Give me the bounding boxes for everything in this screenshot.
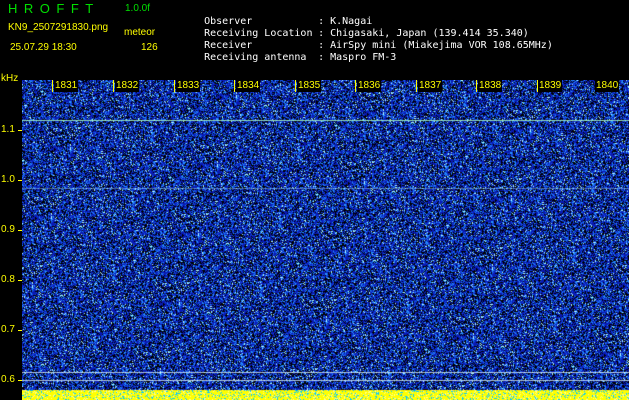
y-tick-label: 0.7	[1, 324, 15, 335]
x-tick-mark	[174, 80, 175, 92]
y-tick-mark	[18, 180, 22, 181]
y-tick-mark	[18, 230, 22, 231]
x-tick-label: 1836	[357, 80, 382, 92]
mode-label: meteor	[124, 27, 156, 38]
x-tick-label: 1832	[115, 80, 140, 92]
spectrogram-canvas[interactable]	[22, 80, 629, 400]
x-tick-label: 1833	[176, 80, 201, 92]
x-tick-label: 1840	[595, 80, 620, 92]
x-tick-label: 1839	[538, 80, 563, 92]
x-tick-mark	[295, 80, 296, 92]
y-axis-unit: kHz	[1, 73, 19, 84]
info-row-antenna: Receiving antenna: Maspro FM-3	[180, 40, 396, 63]
header-panel: HROFFT 1.0.0f KN9_2507291830.png meteor …	[0, 0, 629, 80]
y-tick-label: 1.0	[1, 174, 15, 185]
app-title: HROFFT	[8, 1, 100, 16]
y-tick-label: 1.1	[1, 124, 15, 135]
y-tick-mark	[18, 280, 22, 281]
x-tick-label: 1831	[54, 80, 79, 92]
app-version: 1.0.0f	[125, 3, 151, 14]
echo-count: 126	[141, 42, 158, 53]
y-tick-mark	[18, 330, 22, 331]
file-name: KN9_2507291830.png	[8, 22, 109, 33]
x-tick-mark	[234, 80, 235, 92]
y-tick-label: 0.9	[1, 224, 15, 235]
x-tick-label: 1838	[478, 80, 503, 92]
x-tick-mark	[416, 80, 417, 92]
info-row-receiver: Receiver: AirSpy mini (Miakejima VOR 108.…	[180, 28, 553, 51]
y-tick-mark	[18, 130, 22, 131]
y-tick-label: 0.6	[1, 374, 15, 385]
info-separator: :	[318, 52, 325, 63]
x-tick-mark	[113, 80, 114, 92]
x-tick-mark	[52, 80, 53, 92]
y-tick-mark	[18, 380, 22, 381]
x-tick-label: 1835	[297, 80, 322, 92]
y-tick-label: 0.8	[1, 274, 15, 285]
info-row-location: Receiving Location: Chigasaki, Japan (139…	[180, 16, 529, 39]
info-row-observer: Observer: K.Nagai	[180, 4, 372, 27]
x-tick-label: 1837	[418, 80, 443, 92]
date-time: 25.07.29 18:30	[10, 42, 77, 53]
info-label: Receiving antenna	[204, 52, 307, 63]
info-value: Maspro FM-3	[330, 52, 397, 63]
x-tick-mark	[476, 80, 477, 92]
x-tick-label: 1834	[236, 80, 261, 92]
x-tick-mark	[355, 80, 356, 92]
